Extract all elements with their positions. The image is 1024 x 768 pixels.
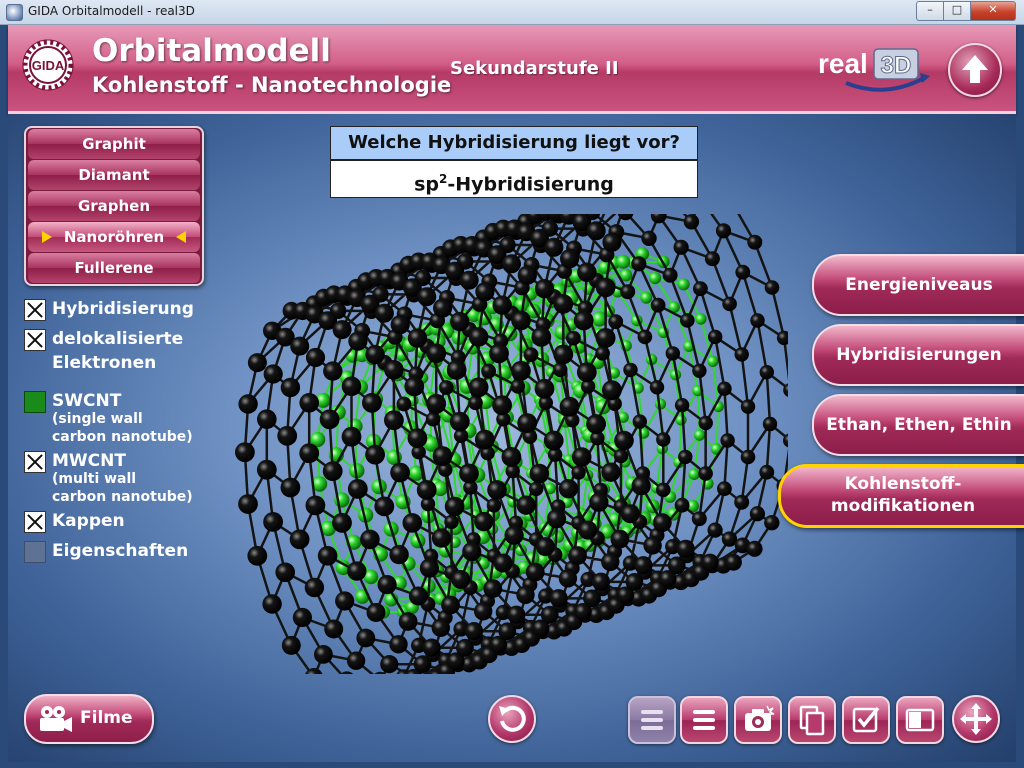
- filme-label: Filme: [80, 708, 133, 728]
- checklist-icon: [852, 706, 880, 733]
- option-label: SWCNT: [52, 391, 122, 411]
- up-button[interactable]: [948, 43, 1002, 97]
- swcnt-color-swatch[interactable]: [24, 391, 46, 413]
- nav-item-label: Fullerene: [74, 259, 154, 277]
- option-label: delokalisierte: [52, 329, 184, 349]
- nav-item-diamant[interactable]: Diamant: [28, 160, 200, 190]
- real3d-logo: real 3D: [818, 48, 930, 92]
- modification-nav: Graphit Diamant Graphen Nanoröhren Fulle…: [24, 126, 204, 286]
- nav-item-label: Graphen: [77, 197, 151, 215]
- nav-item-graphen[interactable]: Graphen: [28, 191, 200, 221]
- list-view-dim-button[interactable]: [628, 696, 676, 744]
- option-desc: carbon nanotube): [52, 489, 193, 505]
- nav-item-nanoroehren[interactable]: Nanoröhren: [28, 222, 200, 252]
- selected-arrow-right-icon: [176, 231, 186, 243]
- option-label: Hybridisierung: [52, 299, 194, 319]
- option-label: MWCNT: [52, 451, 126, 471]
- nav-item-fullerene[interactable]: Fullerene: [28, 253, 200, 283]
- camera-icon: [745, 705, 775, 731]
- option-label: Kappen: [52, 511, 125, 531]
- list-dim-icon: [641, 710, 663, 730]
- brand-3d-text: 3D: [881, 52, 912, 79]
- question-box: Welche Hybridisierung liegt vor? sp2-Hyb…: [330, 126, 698, 198]
- nav-item-label: Diamant: [78, 166, 150, 184]
- button-label-line1: Kohlenstoff-: [844, 474, 962, 494]
- option-label: Eigenschaften: [52, 541, 189, 561]
- maximize-button[interactable]: □: [944, 1, 971, 21]
- option-desc: (single wall: [52, 411, 143, 427]
- button-label: Energieniveaus: [845, 275, 993, 295]
- answer-rest: -Hybridisierung: [447, 173, 614, 196]
- list-view-button[interactable]: [680, 696, 728, 744]
- window-title: GIDA Orbitalmodell - real3D: [28, 4, 195, 18]
- reset-icon: [499, 705, 526, 732]
- level-label: Sekundarstufe II: [450, 58, 619, 79]
- checklist-button[interactable]: [842, 696, 890, 744]
- window-mode-button[interactable]: [896, 696, 944, 744]
- question-answer: sp2-Hybridisierung: [331, 161, 697, 197]
- list-icon: [693, 710, 715, 730]
- app-icon: [6, 4, 23, 21]
- button-label: Ethan, Ethen, Ethin: [826, 415, 1012, 435]
- button-label: Hybridisierungen: [836, 345, 1002, 365]
- screenshot-button[interactable]: [734, 696, 782, 744]
- app-header: GIDA Orbitalmodell Kohlenstoff - Nanotec…: [8, 25, 1016, 114]
- option-desc: carbon nanotube): [52, 429, 193, 445]
- logo-text: GIDA: [32, 58, 65, 73]
- selected-arrow-left-icon: [42, 231, 52, 243]
- option-desc: (multi wall: [52, 471, 137, 487]
- mwcnt-checkbox[interactable]: [24, 451, 46, 473]
- button-label-line2: modifikationen: [830, 496, 976, 516]
- nav-item-label: Graphit: [82, 135, 146, 153]
- move-button[interactable]: [952, 695, 1000, 743]
- eigenschaften-checkbox[interactable]: [24, 541, 46, 563]
- energieniveaus-button[interactable]: Energieniveaus: [812, 254, 1024, 316]
- film-camera-icon: [40, 706, 72, 732]
- window-controls: – □ ✕: [916, 1, 1016, 21]
- filme-button[interactable]: Filme: [24, 694, 154, 744]
- delokalisiert-checkbox[interactable]: [24, 329, 46, 351]
- arrow-up-icon: [962, 55, 988, 83]
- kappen-checkbox[interactable]: [24, 511, 46, 533]
- minimize-button[interactable]: –: [916, 1, 944, 21]
- hybridisierung-checkbox[interactable]: [24, 299, 46, 321]
- kohlenstoffmodifikationen-button[interactable]: Kohlenstoff- modifikationen: [778, 464, 1024, 528]
- gida-logo: GIDA: [22, 39, 74, 91]
- window-icon: [905, 708, 935, 732]
- brand-text: real: [818, 48, 868, 79]
- nav-item-graphit[interactable]: Graphit: [28, 129, 200, 159]
- app-title: Orbitalmodell: [92, 33, 331, 69]
- option-label-line2: Elektronen: [52, 353, 157, 373]
- reset-button[interactable]: [488, 695, 536, 743]
- move-icon: [960, 703, 992, 735]
- app-subtitle: Kohlenstoff - Nanotechnologie: [92, 73, 452, 97]
- copy-button[interactable]: [788, 696, 836, 744]
- main-area: Graphit Diamant Graphen Nanoröhren Fulle…: [8, 114, 1024, 762]
- nanotube-3d-view[interactable]: [228, 214, 788, 674]
- close-button[interactable]: ✕: [971, 1, 1016, 21]
- hybridisierungen-button[interactable]: Hybridisierungen: [812, 324, 1024, 386]
- nav-item-label: Nanoröhren: [63, 228, 165, 246]
- answer-base: sp: [414, 173, 440, 196]
- question-prompt: Welche Hybridisierung liegt vor?: [331, 127, 697, 161]
- window-titlebar: GIDA Orbitalmodell - real3D – □ ✕: [0, 0, 1024, 25]
- ethan-ethen-ethin-button[interactable]: Ethan, Ethen, Ethin: [812, 394, 1024, 456]
- copy-icon: [799, 705, 825, 736]
